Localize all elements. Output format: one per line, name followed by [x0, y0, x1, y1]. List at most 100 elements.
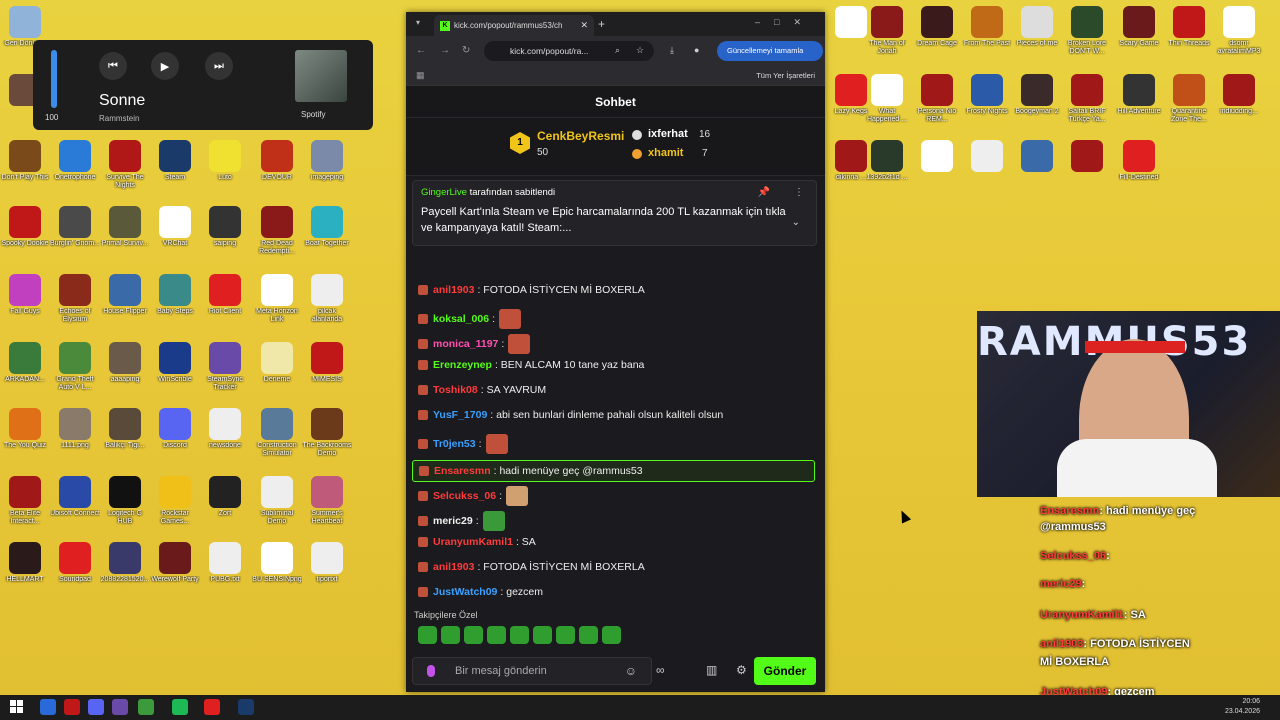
skip-forward-icon[interactable]: ⏭	[205, 52, 233, 80]
apps-icon[interactable]: ▦	[416, 70, 425, 81]
chevron-down-icon[interactable]: ⌄	[792, 217, 800, 228]
chat-username[interactable]: Ensaresmn	[434, 465, 491, 477]
desktop-icon[interactable]: Beta Elite Interact...	[0, 476, 50, 538]
desktop-icon[interactable]: Persona Nio REM...	[912, 74, 962, 136]
pin-icon[interactable]: 📌	[758, 187, 770, 198]
desktop-icon[interactable]: imageping	[302, 140, 352, 202]
chat-message[interactable]: JustWatch09: gezcem	[418, 586, 543, 598]
profile-icon[interactable]: ●	[694, 45, 699, 55]
desktop-icon[interactable]: Quarantine Zone The...	[1164, 74, 1214, 136]
desktop-icon[interactable]: BU SENSİNpng	[252, 542, 302, 604]
chat-input[interactable]: Bir mesaj gönderin ☺	[412, 657, 652, 685]
taskbar-app-icon[interactable]	[112, 699, 128, 715]
skip-back-icon[interactable]: ⏮	[99, 52, 127, 80]
emote-icon[interactable]	[441, 626, 460, 644]
taskbar-app-icon[interactable]	[88, 699, 104, 715]
desktop-icon[interactable]: Deneme	[252, 342, 302, 404]
desktop-icon[interactable]: Boogeyman 2	[1012, 74, 1062, 136]
desktop-icon[interactable]: Saltali BRIF Türkçe Ya...	[1062, 74, 1112, 136]
desktop-icon[interactable]: tiportxt	[302, 542, 352, 604]
leader-name[interactable]: ixferhat	[648, 128, 688, 140]
desktop-icon[interactable]: The You Quiz	[0, 408, 50, 470]
chat-username[interactable]: JustWatch09	[433, 586, 497, 598]
chat-message[interactable]: Selcukss_06:	[418, 486, 528, 506]
desktop-icon[interactable]: What Happened ...	[862, 74, 912, 136]
emote-icon[interactable]	[579, 626, 598, 644]
desktop-icon[interactable]: Dream Cage	[912, 6, 962, 68]
chat-message[interactable]: monica_1197:	[418, 334, 531, 354]
desktop-icon[interactable]: Subliminal Demo	[252, 476, 302, 538]
desktop-icon[interactable]: The Backrooms Demo	[302, 408, 352, 470]
desktop-icon[interactable]: From The Past	[962, 6, 1012, 68]
desktop-icon[interactable]: Werewolf Party	[150, 542, 200, 604]
desktop-icon[interactable]: Fill-Destined	[1114, 140, 1164, 202]
desktop-icon[interactable]: HELLMART	[0, 542, 50, 604]
desktop-icon[interactable]: Echoes of Elysium	[50, 274, 100, 336]
leader-name[interactable]: CenkBeyResmi	[537, 129, 624, 143]
desktop-icon[interactable]: Construction Simulator	[252, 408, 302, 470]
desktop-icon[interactable]: Hill Adventure	[1114, 74, 1164, 136]
emote-icon[interactable]	[487, 626, 506, 644]
desktop-icon[interactable]: Logitech G HUB	[100, 476, 150, 538]
desktop-icon[interactable]: Frosty Nights	[962, 74, 1012, 136]
desktop-icon[interactable]: pilcak alanlarida	[302, 274, 352, 336]
chat-username[interactable]: Selcukss_06	[433, 490, 496, 502]
chat-message[interactable]: koksal_006:	[418, 309, 521, 329]
desktop-icon[interactable]: MIMESIS	[302, 342, 352, 404]
leader-name[interactable]: xhamit	[648, 147, 683, 159]
taskbar-app-icon[interactable]	[40, 699, 56, 715]
desktop-icon[interactable]: Survive The Nights	[100, 140, 150, 202]
mic-icon[interactable]	[427, 665, 435, 677]
desktop-icon[interactable]: Discord	[150, 408, 200, 470]
reload-icon[interactable]: ↻	[462, 45, 470, 56]
desktop-icon[interactable]: Ubisoft Connect	[50, 476, 100, 538]
desktop-icon[interactable]: Rockstar Games...	[150, 476, 200, 538]
desktop-icon[interactable]: Soundpad	[50, 542, 100, 604]
desktop-icon[interactable]: dsomr avratalimMP3	[1214, 6, 1264, 68]
desktop-icon[interactable]: House Flipper	[100, 274, 150, 336]
desktop-icon[interactable]: Fall Guys	[0, 274, 50, 336]
chat-message[interactable]: anil1903: FOTODA İSTİYCEN Mİ BOXERLA	[418, 284, 645, 296]
desktop-icon[interactable]: The Man of Jonah	[862, 6, 912, 68]
desktop-icon[interactable]: indiudding...	[1214, 74, 1264, 136]
desktop-icon[interactable]	[962, 140, 1012, 202]
bookmark-star-icon[interactable]: ☆	[636, 45, 644, 56]
desktop-icon[interactable]: Balikçı Tigi...	[100, 408, 150, 470]
address-input[interactable]: kick.com/popout/ra...	[484, 41, 654, 61]
all-bookmarks-link[interactable]: Tüm Yer İşaretleri	[756, 71, 815, 80]
taskbar-app-icon[interactable]	[64, 699, 80, 715]
chat-message[interactable]: Erenzeynep: BEN ALCAM 10 tane yaz bana	[418, 359, 644, 371]
chat-message[interactable]: anil1903: FOTODA İSTİYCEN Mİ BOXERLA	[418, 561, 645, 573]
spotify-icon[interactable]	[172, 699, 188, 715]
desktop-icon[interactable]: 20882281520...	[100, 542, 150, 604]
emote-icon[interactable]	[510, 626, 529, 644]
windows-start-icon[interactable]	[10, 700, 24, 714]
desktop-icon[interactable]: SteamSync Tracker	[200, 342, 250, 404]
chat-message[interactable]: Tr0jen53:	[418, 434, 508, 454]
desktop-icon[interactable]: Steam	[150, 140, 200, 202]
chat-username[interactable]: Erenzeynep	[433, 359, 492, 371]
tab-list-icon[interactable]: ▾	[416, 18, 420, 27]
chat-message[interactable]: UranyumKamil1: SA	[418, 536, 536, 548]
window-controls[interactable]: –□✕	[755, 17, 815, 28]
desktop-icon[interactable]: Baby Steps	[150, 274, 200, 336]
pinned-by-user[interactable]: GingerLive	[421, 187, 467, 198]
pinned-text[interactable]: Paycell Kart'ınla Steam ve Epic harcamal…	[421, 204, 808, 236]
desktop-icon[interactable]: Broken Lore DON'T W...	[1062, 6, 1112, 68]
new-tab-icon[interactable]: +	[598, 17, 605, 31]
desktop-icon[interactable]: Thin Threads	[1164, 6, 1214, 68]
desktop-icon[interactable]: 1392b2f1d ...	[862, 140, 912, 202]
desktop-icon[interactable]: newsdone	[200, 408, 250, 470]
chrome-icon[interactable]	[138, 699, 154, 715]
desktop-icon[interactable]: VRChat	[150, 206, 200, 268]
chat-message[interactable]: Toshik08: SA YAVRUM	[418, 384, 546, 396]
update-button[interactable]: Güncellemeyi tamamla	[717, 41, 823, 61]
forward-icon[interactable]: →	[440, 45, 450, 56]
chat-message[interactable]: YusF_1709: abi sen bunlari dinleme pahal…	[418, 409, 723, 421]
desktop-icon[interactable]: Riot Client	[200, 274, 250, 336]
desktop-icon[interactable]: Spooky Dookie	[0, 206, 50, 268]
desktop-icon[interactable]: ARKADAN...	[0, 342, 50, 404]
chat-username[interactable]: anil1903	[433, 561, 474, 573]
store-icon[interactable]: ▥	[706, 663, 717, 677]
desktop-icon[interactable]: Summer's Heartbeat	[302, 476, 352, 538]
